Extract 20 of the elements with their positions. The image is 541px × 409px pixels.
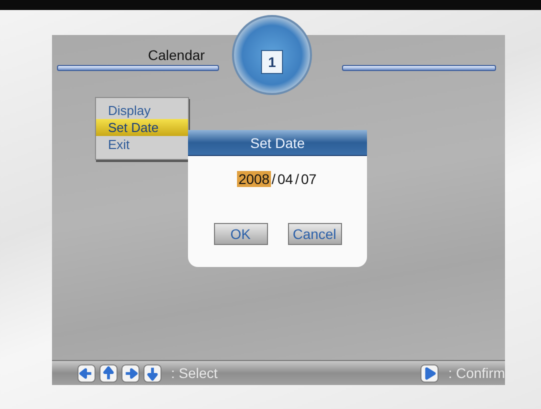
left-arrow-key-icon xyxy=(77,364,96,382)
screen-title: Calendar xyxy=(148,47,205,63)
date-text[interactable]: 04 xyxy=(276,171,294,187)
date-text: / xyxy=(294,171,300,187)
date-text: / xyxy=(270,171,276,187)
dialog-title: Set Date xyxy=(188,130,367,156)
key-hint-label: : Confirm xyxy=(448,365,505,381)
key-hint-label: : Select xyxy=(171,365,218,381)
menu-item[interactable]: Exit xyxy=(96,136,188,153)
down-arrow-key-icon xyxy=(143,364,162,382)
dialog-button[interactable]: Cancel xyxy=(288,223,342,245)
menu-item[interactable]: Set Date xyxy=(96,119,188,136)
calendar-page-icon: 1 xyxy=(261,50,283,74)
date-text[interactable]: 07 xyxy=(300,171,318,187)
right-arrow-key-icon xyxy=(121,364,140,382)
up-arrow-key-icon xyxy=(99,364,118,382)
menu-item[interactable]: Display xyxy=(96,102,188,119)
dialog-button[interactable]: OK xyxy=(214,223,268,245)
play-key-icon xyxy=(420,364,440,382)
date-text[interactable]: 2008 xyxy=(237,171,271,187)
